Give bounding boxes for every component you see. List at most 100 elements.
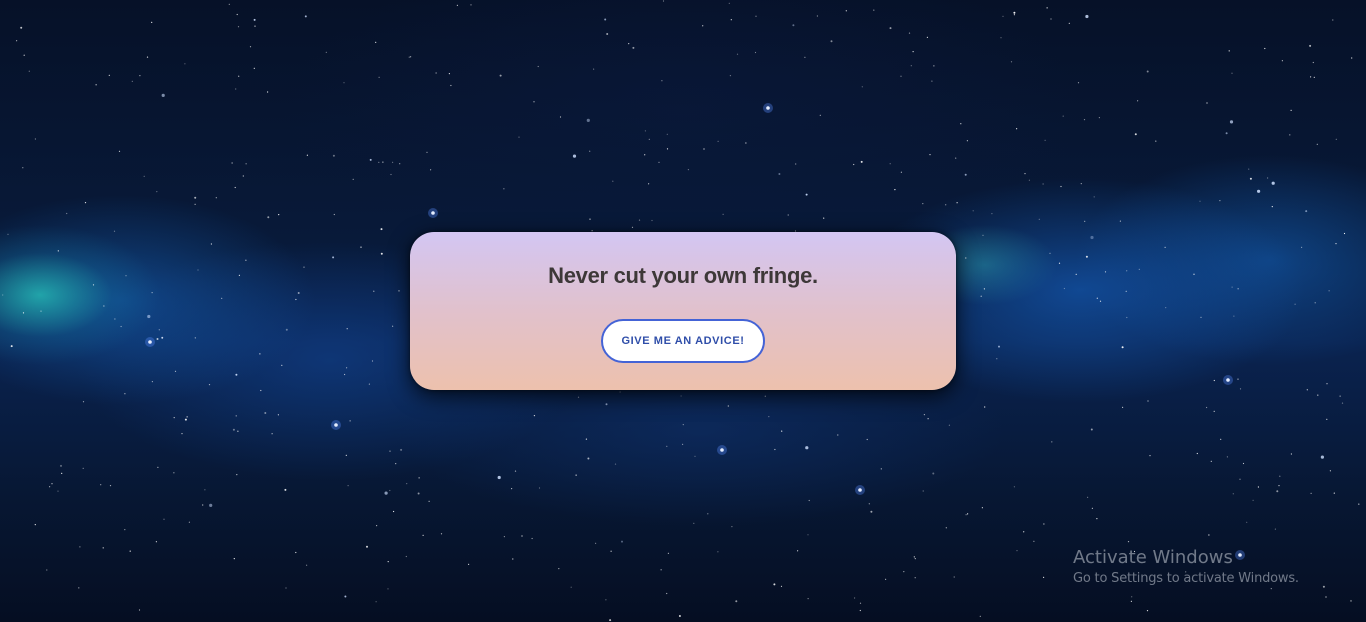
star <box>1290 109 1292 111</box>
star <box>866 438 868 441</box>
star <box>1200 316 1202 318</box>
star <box>870 510 873 513</box>
star <box>100 484 102 486</box>
star <box>124 529 126 531</box>
star <box>1077 82 1080 84</box>
star <box>103 305 105 307</box>
star <box>1098 117 1100 119</box>
star <box>156 191 158 193</box>
star <box>208 384 211 386</box>
star <box>1090 235 1094 240</box>
star <box>369 158 372 161</box>
star <box>1228 50 1230 52</box>
star <box>1043 523 1045 525</box>
star <box>16 40 18 42</box>
star <box>998 345 1000 348</box>
star <box>249 46 252 48</box>
star <box>631 226 634 228</box>
star <box>267 91 269 93</box>
star <box>344 595 347 598</box>
give-advice-button[interactable]: GIVE ME AN ADVICE! <box>601 319 765 363</box>
star <box>972 210 974 212</box>
star <box>194 196 197 199</box>
star <box>595 542 597 544</box>
star <box>392 325 394 327</box>
star <box>1232 493 1234 495</box>
star <box>1328 290 1330 292</box>
star <box>680 395 682 397</box>
star <box>1229 120 1234 124</box>
star <box>880 468 882 470</box>
star <box>518 136 520 138</box>
star <box>1341 402 1344 404</box>
star <box>184 418 187 421</box>
star <box>778 173 781 175</box>
star <box>417 492 420 495</box>
star <box>228 3 230 5</box>
star <box>1125 290 1127 292</box>
star <box>728 2 730 4</box>
star <box>156 338 159 340</box>
star <box>609 619 612 622</box>
star <box>236 474 238 476</box>
star <box>1016 550 1018 552</box>
star <box>755 15 757 17</box>
star <box>889 27 892 30</box>
star <box>378 161 380 163</box>
star <box>873 9 875 11</box>
star <box>717 551 719 553</box>
star <box>981 507 984 509</box>
star <box>306 564 308 566</box>
star <box>113 230 116 232</box>
star <box>393 510 395 513</box>
star <box>163 518 165 520</box>
star <box>980 295 982 297</box>
star <box>82 467 84 469</box>
star <box>253 18 256 21</box>
star <box>1068 22 1070 24</box>
star <box>410 56 412 58</box>
star <box>953 576 955 578</box>
star <box>1000 37 1002 39</box>
star <box>267 216 270 219</box>
star <box>1314 302 1316 304</box>
star <box>1087 496 1089 498</box>
star <box>238 75 240 77</box>
star <box>303 266 305 268</box>
star <box>1326 418 1328 420</box>
star <box>859 602 862 604</box>
star <box>174 370 177 372</box>
star <box>151 21 153 23</box>
star <box>927 418 929 420</box>
star <box>151 381 153 383</box>
star <box>202 504 204 506</box>
advice-text: Never cut your own fringe. <box>548 263 818 288</box>
star <box>614 463 617 465</box>
star <box>1309 44 1312 47</box>
star <box>605 403 608 406</box>
star <box>914 577 916 579</box>
star <box>965 514 967 516</box>
star <box>238 274 240 276</box>
star <box>347 485 349 487</box>
star <box>1249 177 1252 180</box>
star <box>960 123 962 125</box>
star <box>787 214 789 216</box>
star <box>1016 128 1018 130</box>
star <box>108 74 110 76</box>
star <box>380 252 383 255</box>
star <box>1257 486 1259 488</box>
star <box>1083 119 1086 121</box>
star <box>1274 528 1276 530</box>
star <box>1329 470 1331 472</box>
star <box>702 25 704 27</box>
star <box>1206 102 1208 104</box>
star <box>982 234 984 236</box>
star <box>585 438 588 440</box>
star <box>253 67 255 69</box>
star <box>173 472 175 474</box>
star <box>197 269 199 271</box>
star <box>570 586 572 588</box>
star <box>131 80 133 82</box>
star <box>521 535 523 537</box>
